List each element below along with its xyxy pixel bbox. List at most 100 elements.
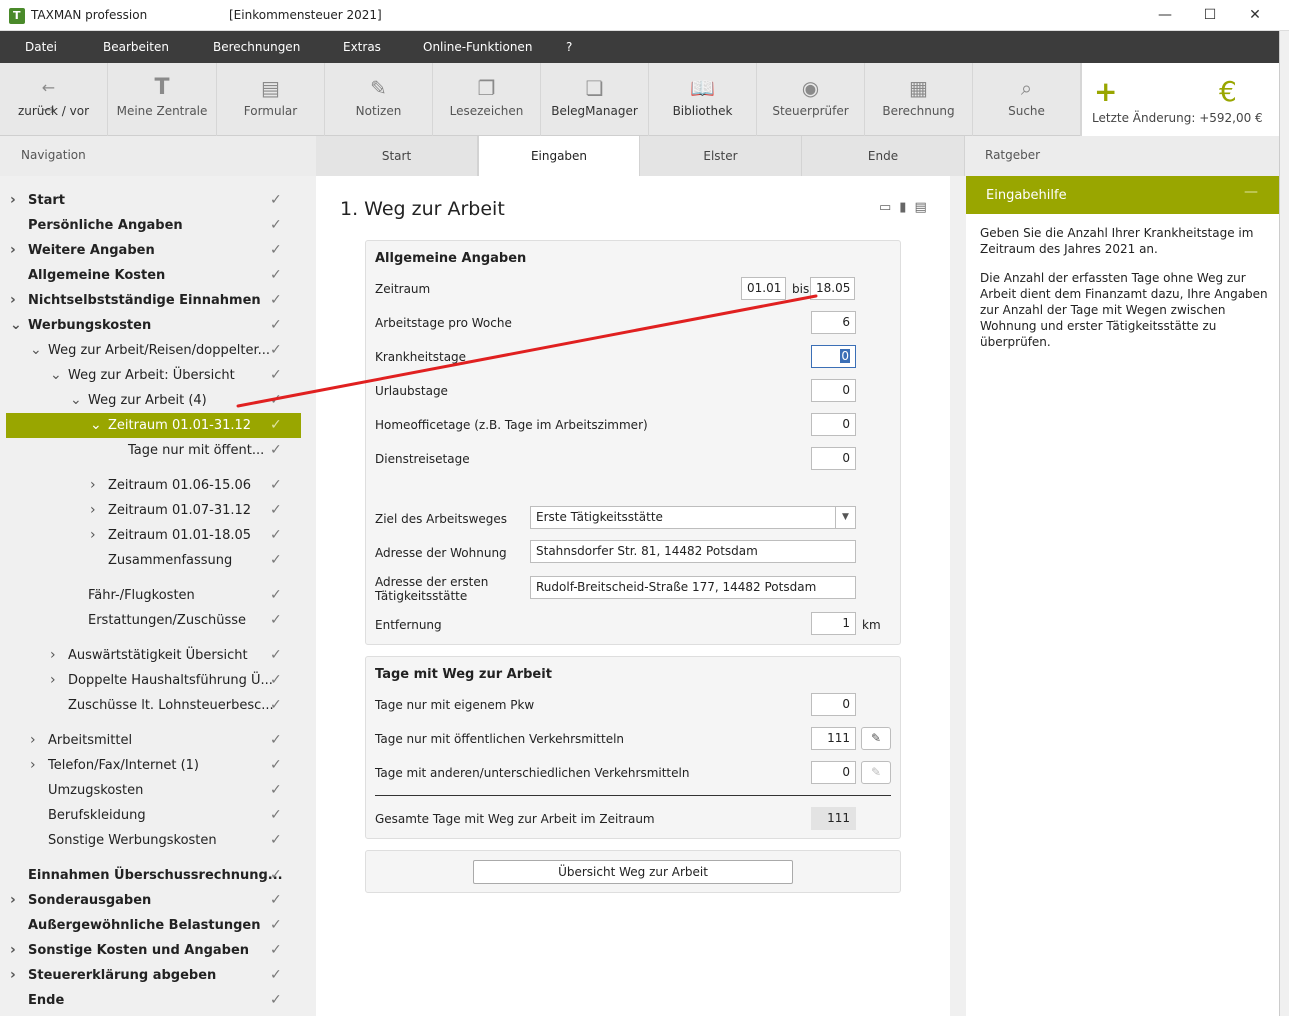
nav-item[interactable]: › Zeitraum 01.06-15.06 ✓ — [6, 473, 301, 498]
chevron-down-icon[interactable]: ⌄ — [30, 338, 42, 363]
uebersicht-button[interactable]: Übersicht Weg zur Arbeit — [473, 860, 793, 884]
edit-andere-button[interactable]: ✎ — [861, 761, 891, 784]
nav-item[interactable]: Persönliche Angaben ✓ — [6, 213, 301, 238]
menu-help[interactable]: ? — [566, 40, 572, 54]
nav-item[interactable]: Umzugskosten ✓ — [6, 778, 301, 803]
chevron-down-icon[interactable]: ⌄ — [50, 363, 62, 388]
andere-input[interactable]: 0 — [811, 761, 856, 784]
chevron-right-icon[interactable]: › — [10, 188, 16, 213]
nav-item-label: Weg zur Arbeit: Übersicht — [68, 368, 235, 383]
nav-item[interactable]: › Arbeitsmittel ✓ — [6, 728, 301, 753]
chevron-right-icon[interactable]: › — [10, 238, 16, 263]
nav-item[interactable]: › Sonstige Kosten und Angaben ✓ — [6, 938, 301, 963]
menu-extras[interactable]: Extras — [343, 40, 381, 54]
chevron-right-icon[interactable]: › — [10, 888, 16, 913]
notizen-button[interactable]: ✎ Notizen — [325, 63, 433, 136]
krankheitstage-input[interactable]: 0 — [811, 345, 856, 368]
nav-item[interactable]: › Start ✓ — [6, 188, 301, 213]
tax-result-display[interactable]: + € Letzte Änderung: +592,00 € — [1081, 63, 1279, 136]
maximize-button[interactable]: ☐ — [1195, 5, 1225, 25]
back-forward-button[interactable]: ← → zurück / vor — [0, 63, 108, 136]
menu-online-funktionen[interactable]: Online-Funktionen — [423, 40, 532, 54]
nav-item[interactable]: Zuschüsse lt. Lohnsteuerbesc... ✓ — [6, 693, 301, 718]
chevron-right-icon[interactable]: › — [30, 728, 36, 753]
nav-item[interactable]: ⌄ Weg zur Arbeit (4) ✓ — [6, 388, 301, 413]
nav-item[interactable]: Sonstige Werbungskosten ✓ — [6, 828, 301, 853]
wohnung-input[interactable]: Stahnsdorfer Str. 81, 14482 Potsdam — [530, 540, 856, 563]
urlaubstage-input[interactable]: 0 — [811, 379, 856, 402]
belegmanager-button[interactable]: ❏ BelegManager — [541, 63, 649, 136]
nav-item[interactable]: › Steuererklärung abgeben ✓ — [6, 963, 301, 988]
checkmark-icon: ✓ — [270, 552, 282, 568]
menu-datei[interactable]: Datei — [25, 40, 57, 54]
close-button[interactable]: ✕ — [1240, 5, 1270, 25]
chevron-down-icon[interactable]: ⌄ — [10, 313, 22, 338]
berechnung-button[interactable]: ▦ Berechnung — [865, 63, 973, 136]
arbeitstage-input[interactable]: 6 — [811, 311, 856, 334]
nav-item[interactable]: ⌄ Weg zur Arbeit: Übersicht ✓ — [6, 363, 301, 388]
nav-item[interactable]: Außergewöhnliche Belastungen ✓ — [6, 913, 301, 938]
taetigkeit-input[interactable]: Rudolf-Breitscheid-Straße 177, 14482 Pot… — [530, 576, 856, 599]
meine-zentrale-button[interactable]: T Meine Zentrale — [108, 63, 217, 136]
collapse-icon[interactable]: — — [1244, 184, 1258, 200]
bookmark-icon[interactable]: ▮ — [899, 200, 914, 215]
nav-item[interactable]: › Zeitraum 01.07-31.12 ✓ — [6, 498, 301, 523]
edit-oev-button[interactable]: ✎ — [861, 727, 891, 750]
pkw-input[interactable]: 0 — [811, 693, 856, 716]
steuerpruefer-button[interactable]: ◉ Steuerprüfer — [757, 63, 865, 136]
chevron-right-icon[interactable]: › — [90, 498, 96, 523]
nav-item[interactable]: › Weitere Angaben ✓ — [6, 238, 301, 263]
dienstreise-input[interactable]: 0 — [811, 447, 856, 470]
entfernung-input[interactable]: 1 — [811, 612, 856, 635]
chevron-right-icon[interactable]: › — [50, 668, 56, 693]
minimize-button[interactable]: — — [1150, 5, 1180, 25]
nav-item[interactable]: Einnahmen Überschussrechnung... ✓ — [6, 863, 301, 888]
nav-scrollbar[interactable] — [301, 176, 315, 1016]
lesezeichen-button[interactable]: ❐ Lesezeichen — [433, 63, 541, 136]
tab-start[interactable]: Start — [316, 136, 478, 176]
note-icon[interactable]: ▭ — [879, 200, 899, 215]
bibliothek-button[interactable]: 📖 Bibliothek — [649, 63, 757, 136]
chevron-right-icon[interactable]: › — [50, 643, 56, 668]
nav-item[interactable]: › Zeitraum 01.01-18.05 ✓ — [6, 523, 301, 548]
nav-item[interactable]: › Doppelte Haushaltsführung Ü... ✓ — [6, 668, 301, 693]
homeoffice-input[interactable]: 0 — [811, 413, 856, 436]
nav-item[interactable]: Allgemeine Kosten ✓ — [6, 263, 301, 288]
receipts-icon: ❏ — [585, 76, 604, 100]
nav-item[interactable]: Zusammenfassung ✓ — [6, 548, 301, 573]
chevron-right-icon[interactable]: › — [90, 473, 96, 498]
chevron-right-icon[interactable]: › — [90, 523, 96, 548]
nav-item[interactable]: Erstattungen/Zuschüsse ✓ — [6, 608, 301, 633]
zeitraum-to-input[interactable]: 18.05 — [810, 277, 855, 300]
nav-item[interactable]: › Sonderausgaben ✓ — [6, 888, 301, 913]
nav-item[interactable]: Fähr-/Flugkosten ✓ — [6, 583, 301, 608]
menu-berechnungen[interactable]: Berechnungen — [213, 40, 300, 54]
nav-item[interactable]: ⌄ Weg zur Arbeit/Reisen/doppelter... ✓ — [6, 338, 301, 363]
oev-input[interactable]: 111 — [811, 727, 856, 750]
nav-item[interactable]: › Telefon/Fax/Internet (1) ✓ — [6, 753, 301, 778]
form-icon[interactable]: ▤ — [914, 200, 934, 215]
chevron-down-icon[interactable]: ⌄ — [70, 388, 82, 413]
ziel-select[interactable]: Erste Tätigkeitsstätte ▼ — [530, 506, 856, 529]
nav-item[interactable]: ⌄ Zeitraum 01.01-31.12 ✓ — [6, 413, 301, 438]
menu-bearbeiten[interactable]: Bearbeiten — [103, 40, 169, 54]
chevron-down-icon[interactable]: ⌄ — [90, 413, 102, 438]
main-scrollbar[interactable] — [950, 176, 965, 1016]
nav-item[interactable]: Tage nur mit öffent... ✓ — [6, 438, 301, 463]
nav-item[interactable]: ⌄ Werbungskosten ✓ — [6, 313, 301, 338]
chevron-right-icon[interactable]: › — [30, 753, 36, 778]
formular-button[interactable]: ▤ Formular — [217, 63, 325, 136]
chevron-right-icon[interactable]: › — [10, 938, 16, 963]
tab-eingaben[interactable]: Eingaben — [478, 136, 640, 178]
nav-item[interactable]: Berufskleidung ✓ — [6, 803, 301, 828]
zeitraum-from-input[interactable]: 01.01 — [741, 277, 786, 300]
nav-item[interactable]: Ende ✓ — [6, 988, 301, 1013]
chevron-right-icon[interactable]: › — [10, 963, 16, 988]
nav-item[interactable]: › Nichtselbstständige Einnahmen ✓ — [6, 288, 301, 313]
pencil-icon: ✎ — [870, 731, 882, 745]
tab-ende[interactable]: Ende — [802, 136, 965, 176]
chevron-right-icon[interactable]: › — [10, 288, 16, 313]
nav-item[interactable]: › Auswärtstätigkeit Übersicht ✓ — [6, 643, 301, 668]
suche-button[interactable]: ⌕ Suche — [973, 63, 1081, 136]
tab-elster[interactable]: Elster — [640, 136, 802, 176]
